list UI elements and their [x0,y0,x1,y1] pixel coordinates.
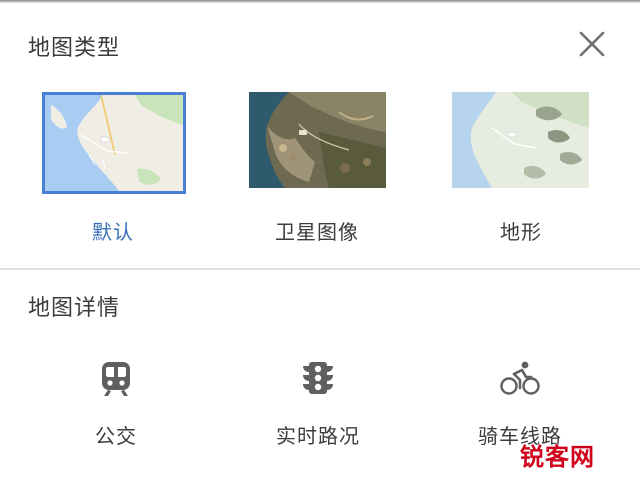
map-type-label: 卫星图像 [275,220,359,244]
map-details-title: 地图详情 [28,296,121,321]
terrain-map-thumbnail [452,92,589,188]
detail-label: 实时路况 [276,424,360,448]
map-type-default[interactable]: 默认 [14,92,186,252]
map-type-title: 地图类型 [28,36,121,61]
detail-transit[interactable]: 公交 [36,352,196,452]
map-type-terrain[interactable]: 地形 [436,92,606,252]
section-divider [0,268,640,270]
default-map-thumbnail [42,92,186,194]
close-icon [579,31,605,57]
detail-label: 公交 [95,424,137,448]
traffic-light-icon [303,362,333,394]
map-type-label: 地形 [500,220,542,244]
train-icon [102,362,130,396]
top-shadow [0,0,640,3]
bicycle-icon [500,361,540,395]
satellite-map-thumbnail [249,92,386,188]
map-type-label: 默认 [92,220,134,244]
watermark: 锐客网 [518,437,636,479]
map-type-satellite[interactable]: 卫星图像 [232,92,402,252]
close-button[interactable] [574,26,610,62]
watermark-text: 锐客网 [520,443,595,471]
detail-traffic[interactable]: 实时路况 [238,352,398,452]
